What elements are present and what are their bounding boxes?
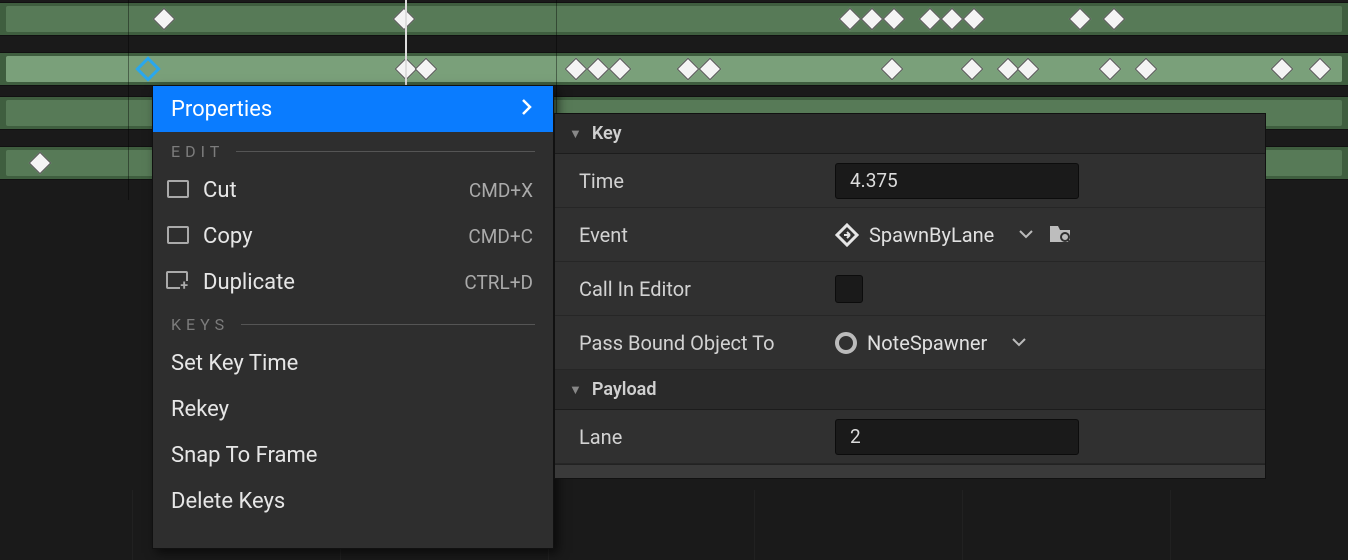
menu-label: Duplicate — [203, 270, 295, 295]
field-label: Lane — [579, 425, 835, 449]
menu-shortcut: CTRL+D — [464, 271, 533, 294]
row-call-in-editor: Call In Editor — [555, 262, 1265, 316]
chevron-down-icon — [1018, 225, 1034, 244]
menu-label: Properties — [171, 97, 272, 122]
timeline-track[interactable] — [0, 52, 1348, 86]
event-dropdown[interactable]: SpawnByLane — [835, 223, 1034, 247]
call-in-editor-checkbox[interactable] — [835, 275, 863, 303]
menu-rekey[interactable]: Rekey — [153, 386, 553, 432]
menu-shortcut: CMD+C — [468, 225, 533, 248]
field-label: Call In Editor — [579, 277, 835, 301]
menu-duplicate[interactable]: Duplicate CTRL+D — [153, 259, 553, 305]
disclosure-triangle-icon: ▼ — [569, 126, 582, 142]
cut-icon — [167, 178, 191, 202]
menu-section-edit: EDIT — [153, 132, 553, 167]
menu-section-label: KEYS — [171, 315, 229, 334]
lane-input[interactable]: 2 — [835, 419, 1079, 455]
field-label: Pass Bound Object To — [579, 331, 835, 355]
menu-set-key-time[interactable]: Set Key Time — [153, 340, 553, 386]
section-key[interactable]: ▼ Key — [555, 114, 1265, 154]
menu-cut[interactable]: Cut CMD+X — [153, 167, 553, 213]
menu-label: Rekey — [171, 397, 229, 422]
dropdown-value: NoteSpawner — [867, 331, 987, 355]
menu-properties[interactable]: Properties — [153, 86, 553, 132]
menu-label: Copy — [203, 224, 253, 249]
properties-panel: ▼ Key Time 4.375 Event SpawnByLane Cal — [554, 113, 1266, 479]
timeline-track[interactable] — [0, 2, 1348, 36]
menu-snap-to-frame[interactable]: Snap To Frame — [153, 432, 553, 478]
duplicate-icon — [167, 270, 191, 294]
input-value: 2 — [850, 425, 861, 448]
menu-copy[interactable]: Copy CMD+C — [153, 213, 553, 259]
chevron-down-icon — [1011, 333, 1027, 352]
row-pass-bound: Pass Bound Object To NoteSpawner — [555, 316, 1265, 370]
event-diamond-icon — [835, 223, 859, 247]
object-ring-icon — [835, 332, 857, 354]
timeline-gridline — [128, 0, 129, 200]
copy-icon — [167, 224, 191, 248]
input-value: 4.375 — [850, 169, 898, 192]
pass-bound-dropdown[interactable]: NoteSpawner — [835, 331, 1027, 355]
section-title: Payload — [592, 379, 657, 400]
field-label: Time — [579, 169, 835, 193]
chevron-right-icon — [521, 97, 533, 121]
row-time: Time 4.375 — [555, 154, 1265, 208]
time-input[interactable]: 4.375 — [835, 163, 1079, 199]
row-event: Event SpawnByLane — [555, 208, 1265, 262]
context-menu: Properties EDIT Cut CMD+X Copy CMD+C Dup… — [152, 85, 554, 549]
field-label: Event — [579, 223, 835, 247]
browse-icon[interactable] — [1048, 222, 1072, 248]
row-lane: Lane 2 — [555, 410, 1265, 464]
disclosure-triangle-icon: ▼ — [569, 382, 582, 398]
menu-section-keys: KEYS — [153, 305, 553, 340]
menu-label: Snap To Frame — [171, 443, 317, 468]
menu-shortcut: CMD+X — [469, 179, 533, 202]
menu-label: Set Key Time — [171, 351, 298, 376]
menu-label: Delete Keys — [171, 489, 285, 514]
menu-section-label: EDIT — [171, 142, 224, 161]
section-title: Key — [592, 123, 622, 144]
panel-footer — [555, 464, 1265, 478]
menu-delete-keys[interactable]: Delete Keys — [153, 478, 553, 524]
menu-label: Cut — [203, 178, 237, 203]
dropdown-value: SpawnByLane — [869, 223, 994, 247]
section-payload[interactable]: ▼ Payload — [555, 370, 1265, 410]
